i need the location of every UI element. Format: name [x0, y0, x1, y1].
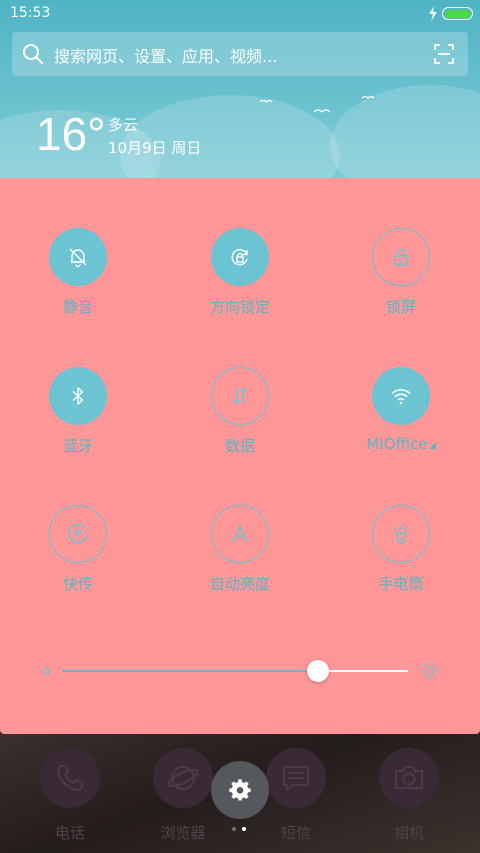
- brightness-slider[interactable]: [0, 656, 480, 686]
- flashlight-icon: [394, 525, 408, 544]
- page-dot-active: [242, 827, 246, 831]
- bluetooth-icon: [72, 387, 84, 405]
- toggle-mute-button[interactable]: [49, 228, 107, 286]
- search-icon: [23, 44, 44, 65]
- wallpaper-header: 15:53 搜索网页、设置、应用、视频... 16° 多云 10月9日 周日: [0, 0, 480, 178]
- dock-app-messages[interactable]: 短信: [256, 748, 336, 853]
- browser-icon: [167, 766, 199, 790]
- toggle-wifi-label: MIOffice: [366, 435, 428, 453]
- wifi-icon: [391, 389, 411, 405]
- message-icon: [283, 766, 309, 791]
- dock-app-camera[interactable]: 相机: [369, 748, 449, 853]
- toggle-lock-screen-label: 锁屏: [385, 298, 416, 316]
- dock-app-phone-label: 电话: [54, 824, 85, 842]
- toggle-mobile-data[interactable]: 数据: [180, 367, 300, 467]
- toggle-rotation-lock[interactable]: 方向锁定: [180, 228, 300, 328]
- toggle-mobile-data-label: 数据: [224, 437, 255, 455]
- auto-brightness-icon: [232, 525, 248, 543]
- dock-app-camera-label: 相机: [393, 824, 424, 842]
- toggle-bluetooth[interactable]: 蓝牙: [18, 367, 138, 467]
- expand-triangle-icon[interactable]: [428, 442, 436, 449]
- toggle-bluetooth-label: 蓝牙: [62, 437, 93, 455]
- phone-icon: [56, 765, 83, 792]
- charging-icon: [429, 6, 437, 21]
- scan-icon[interactable]: [434, 44, 454, 64]
- weather-condition: 多云: [108, 116, 139, 134]
- toggle-wifi[interactable]: MIOffice: [341, 367, 461, 467]
- brightness-low-icon: [40, 665, 52, 677]
- toggle-flashlight[interactable]: 手电筒: [341, 505, 461, 605]
- toggle-auto-brightness-button[interactable]: [211, 505, 269, 563]
- page-indicator: [232, 827, 248, 833]
- rotation-lock-icon: [231, 249, 248, 266]
- toggle-rotation-lock-label: 方向锁定: [209, 298, 270, 316]
- toggle-wifi-button[interactable]: [372, 367, 430, 425]
- battery-level: [444, 9, 471, 18]
- toggle-flashlight-button[interactable]: [372, 505, 430, 563]
- toggle-lock-screen[interactable]: 锁屏: [341, 228, 461, 328]
- search-bar[interactable]: 搜索网页、设置、应用、视频...: [12, 32, 468, 76]
- battery-icon: [442, 7, 473, 20]
- dock-app-browser[interactable]: 浏览器: [143, 748, 223, 853]
- toggle-auto-brightness-label: 自动亮度: [209, 575, 270, 593]
- dock-app-camera-icon-bg[interactable]: [379, 748, 439, 808]
- dock-app-phone-icon-bg[interactable]: [40, 748, 100, 808]
- dock-app-browser-label: 浏览器: [160, 824, 206, 842]
- dock-app-phone[interactable]: 电话: [30, 748, 110, 853]
- toggle-flashlight-label: 手电筒: [378, 575, 424, 593]
- toggle-mute-label: 静音: [62, 298, 93, 316]
- toggle-auto-brightness[interactable]: 自动亮度: [180, 505, 300, 605]
- toggle-quick-share-label: 快传: [62, 575, 93, 593]
- toggle-rotation-lock-button[interactable]: [211, 228, 269, 286]
- status-bar: 15:53: [0, 0, 480, 28]
- data-arrows-icon: [233, 387, 247, 405]
- brightness-fill: [62, 670, 319, 672]
- toggle-quick-share-button[interactable]: [49, 505, 107, 563]
- dock-app-messages-label: 短信: [280, 824, 311, 842]
- share-transfer-icon: [68, 524, 88, 544]
- control-center-panel: 静音 方向锁定 锁屏 蓝牙 数据 MIOffice 快传 自动亮度 手电筒: [0, 178, 480, 734]
- toggle-mobile-data-button[interactable]: [211, 367, 269, 425]
- camera-icon: [395, 766, 423, 789]
- birds-decoration: [259, 95, 375, 113]
- toggle-wifi-label-wrap: MIOffice: [341, 435, 461, 453]
- page-dot: [232, 827, 236, 831]
- brightness-track[interactable]: [62, 660, 408, 682]
- gear-icon: [229, 779, 251, 801]
- weather-date: 10月9日 周日: [108, 139, 202, 157]
- status-time: 15:53: [10, 5, 51, 21]
- brightness-high-icon: [421, 662, 439, 680]
- search-placeholder: 搜索网页、设置、应用、视频...: [54, 47, 278, 66]
- toggle-mute[interactable]: 静音: [18, 228, 138, 328]
- dock-app-browser-icon-bg[interactable]: [153, 748, 213, 808]
- weather-temperature: 16°: [36, 108, 106, 160]
- dock-app-messages-icon-bg[interactable]: [266, 748, 326, 808]
- lock-icon: [394, 248, 408, 266]
- brightness-thumb[interactable]: [307, 660, 330, 682]
- toggle-bluetooth-button[interactable]: [49, 367, 107, 425]
- toggle-quick-share[interactable]: 快传: [18, 505, 138, 605]
- bell-off-icon: [69, 248, 87, 268]
- toggle-lock-screen-button[interactable]: [372, 228, 430, 286]
- settings-button[interactable]: [211, 761, 269, 819]
